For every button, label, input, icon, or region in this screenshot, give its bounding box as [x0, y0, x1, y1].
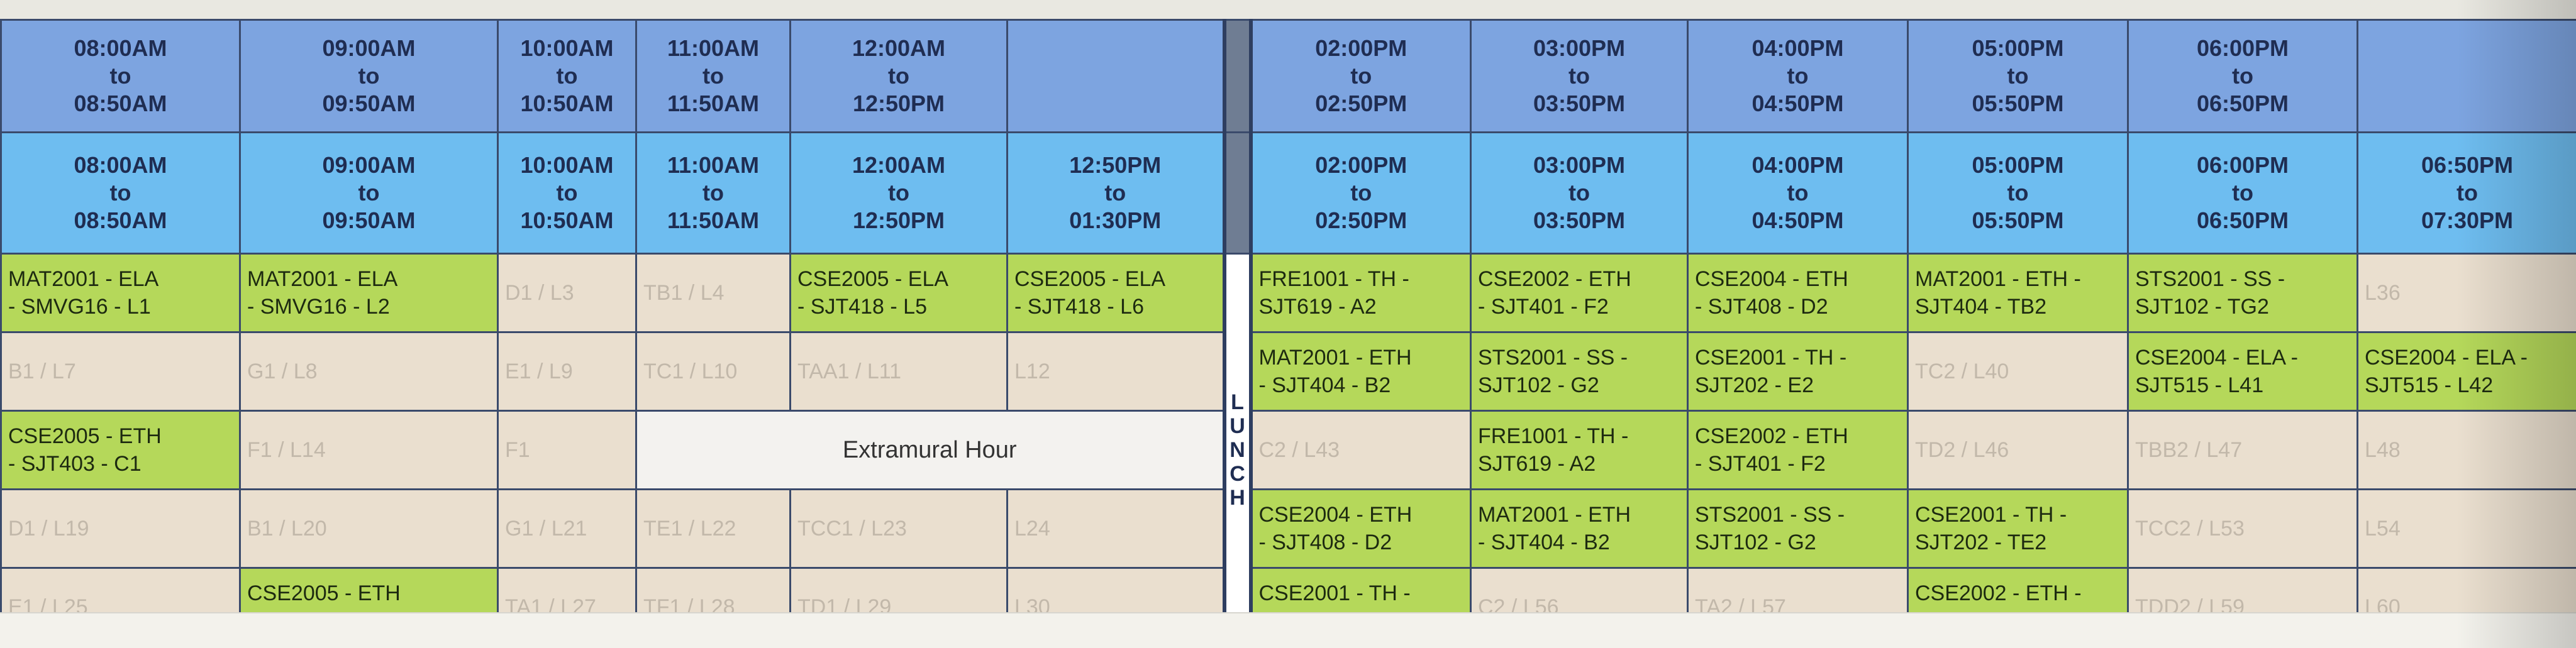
slot-cell[interactable]: B1 / L7 — [0, 331, 241, 412]
lunch-letter: H — [1230, 486, 1245, 510]
slot-cell[interactable]: TCC2 / L53 — [2127, 488, 2358, 569]
bottom-strip — [0, 612, 2576, 648]
theory-time-cell: 08:00AM to 08:50AM — [0, 19, 241, 133]
slot-cell[interactable]: TD2 / L46 — [1907, 410, 2129, 490]
theory-time-cell: 02:00PM to 02:50PM — [1250, 19, 1472, 133]
slot-cell[interactable]: MAT2001 - ETH - SJT404 - TB2 — [1907, 253, 2129, 333]
slot-cell[interactable]: STS2001 - SS - SJT102 - TG2 — [2127, 253, 2358, 333]
theory-header-row: 08:00AM to 08:50AM 09:00AM to 09:50AM 10… — [0, 19, 2576, 133]
lab-time-cell: 10:00AM to 10:50AM — [497, 131, 637, 255]
lunch-header-spacer — [1222, 19, 1253, 133]
theory-time-cell: 10:00AM to 10:50AM — [497, 19, 637, 133]
slot-cell[interactable]: B1 / L20 — [239, 488, 499, 569]
slot-cell[interactable]: CSE2005 - ELA - SJT418 - L6 — [1006, 253, 1225, 333]
lab-time-cell: 04:00PM to 04:50PM — [1687, 131, 1909, 255]
lab-time-cell: 12:00AM to 12:50PM — [789, 131, 1008, 255]
theory-time-cell: 03:00PM to 03:50PM — [1470, 19, 1689, 133]
slot-cell[interactable]: STS2001 - SS - SJT102 - G2 — [1687, 488, 1909, 569]
timetable-row: CSE2005 - ETH - SJT403 - C1 F1 / L14 F1 … — [0, 410, 2576, 490]
slot-cell[interactable]: MAT2001 - ELA - SMVG16 - L2 — [239, 253, 499, 333]
slot-cell[interactable]: L48 — [2357, 410, 2576, 490]
slot-cell[interactable]: MAT2001 - ELA - SMVG16 - L1 — [0, 253, 241, 333]
timetable-row: D1 / L19 B1 / L20 G1 / L21 TE1 / L22 TCC… — [0, 488, 2576, 569]
slot-cell[interactable]: TAA1 / L11 — [789, 331, 1008, 412]
slot-cell[interactable]: TC1 / L10 — [635, 331, 791, 412]
slot-cell[interactable]: CSE2004 - ETH - SJT408 - D2 — [1250, 488, 1472, 569]
slot-cell[interactable]: CSE2001 - TH - SJT202 - E2 — [1687, 331, 1909, 412]
lab-time-cell: 05:00PM to 05:50PM — [1907, 131, 2129, 255]
lab-time-cell: 06:00PM to 06:50PM — [2127, 131, 2358, 255]
lab-time-cell: 09:00AM to 09:50AM — [239, 131, 499, 255]
timetable-row: MAT2001 - ELA - SMVG16 - L1 MAT2001 - EL… — [0, 253, 2576, 647]
theory-time-cell — [1006, 19, 1225, 133]
slot-cell[interactable]: CSE2005 - ETH - SJT403 - C1 — [0, 410, 241, 490]
slot-cell[interactable]: L36 — [2357, 253, 2576, 333]
slot-cell[interactable]: L12 — [1006, 331, 1225, 412]
slot-cell[interactable]: TE1 / L22 — [635, 488, 791, 569]
lunch-column: L U N C H — [1222, 253, 1253, 647]
lab-time-cell: 11:00AM to 11:50AM — [635, 131, 791, 255]
lunch-letter: N — [1230, 438, 1245, 462]
theory-time-cell: 09:00AM to 09:50AM — [239, 19, 499, 133]
slot-cell[interactable]: TC2 / L40 — [1907, 331, 2129, 412]
slot-cell[interactable]: F1 — [497, 410, 637, 490]
theory-time-cell: 05:00PM to 05:50PM — [1907, 19, 2129, 133]
lab-time-cell: 12:50PM to 01:30PM — [1006, 131, 1225, 255]
slot-cell[interactable]: D1 / L3 — [497, 253, 637, 333]
slot-cell[interactable]: FRE1001 - TH - SJT619 - A2 — [1470, 410, 1689, 490]
timetable-row: B1 / L7 G1 / L8 E1 / L9 TC1 / L10 TAA1 /… — [0, 331, 2576, 412]
slot-cell[interactable]: TCC1 / L23 — [789, 488, 1008, 569]
lunch-header-spacer — [1222, 131, 1253, 255]
slot-cell[interactable]: CSE2004 - ELA - SJT515 - L42 — [2357, 331, 2576, 412]
slot-cell[interactable]: CSE2005 - ELA - SJT418 - L5 — [789, 253, 1008, 333]
extramural-hour: Extramural Hour — [635, 410, 1225, 490]
slot-cell[interactable]: G1 / L21 — [497, 488, 637, 569]
slot-cell[interactable]: CSE2002 - ETH - SJT401 - F2 — [1687, 410, 1909, 490]
slot-cell[interactable]: F1 / L14 — [239, 410, 499, 490]
theory-time-cell: 11:00AM to 11:50AM — [635, 19, 791, 133]
slot-cell[interactable]: L24 — [1006, 488, 1225, 569]
slot-cell[interactable]: MAT2001 - ETH - SJT404 - B2 — [1470, 488, 1689, 569]
lab-time-cell: 08:00AM to 08:50AM — [0, 131, 241, 255]
theory-time-cell: 06:00PM to 06:50PM — [2127, 19, 2358, 133]
lab-time-cell: 03:00PM to 03:50PM — [1470, 131, 1689, 255]
theory-time-cell — [2357, 19, 2576, 133]
slot-cell[interactable]: CSE2004 - ELA - SJT515 - L41 — [2127, 331, 2358, 412]
slot-cell[interactable]: CSE2002 - ETH - SJT401 - F2 — [1470, 253, 1689, 333]
slot-cell[interactable]: D1 / L19 — [0, 488, 241, 569]
slot-cell[interactable]: TB1 / L4 — [635, 253, 791, 333]
timetable: 08:00AM to 08:50AM 09:00AM to 09:50AM 10… — [0, 19, 2576, 647]
slot-cell[interactable]: STS2001 - SS - SJT102 - G2 — [1470, 331, 1689, 412]
slot-cell[interactable]: CSE2004 - ETH - SJT408 - D2 — [1687, 253, 1909, 333]
slot-cell[interactable]: L54 — [2357, 488, 2576, 569]
lab-header-row: 08:00AM to 08:50AM 09:00AM to 09:50AM 10… — [0, 131, 2576, 255]
lab-time-cell: 06:50PM to 07:30PM — [2357, 131, 2576, 255]
slot-cell[interactable]: MAT2001 - ETH - SJT404 - B2 — [1250, 331, 1472, 412]
slot-cell[interactable]: C2 / L43 — [1250, 410, 1472, 490]
slot-cell[interactable]: CSE2001 - TH - SJT202 - TE2 — [1907, 488, 2129, 569]
top-strip — [0, 0, 2576, 20]
lunch-letter: L — [1231, 390, 1244, 414]
slot-cell[interactable]: G1 / L8 — [239, 331, 499, 412]
lunch-letter: C — [1230, 462, 1245, 486]
theory-time-cell: 12:00AM to 12:50PM — [789, 19, 1008, 133]
lab-time-cell: 02:00PM to 02:50PM — [1250, 131, 1472, 255]
theory-time-cell: 04:00PM to 04:50PM — [1687, 19, 1909, 133]
slot-cell[interactable]: E1 / L9 — [497, 331, 637, 412]
slot-cell[interactable]: TBB2 / L47 — [2127, 410, 2358, 490]
slot-cell[interactable]: FRE1001 - TH - SJT619 - A2 — [1250, 253, 1472, 333]
lunch-letter: U — [1230, 414, 1245, 438]
